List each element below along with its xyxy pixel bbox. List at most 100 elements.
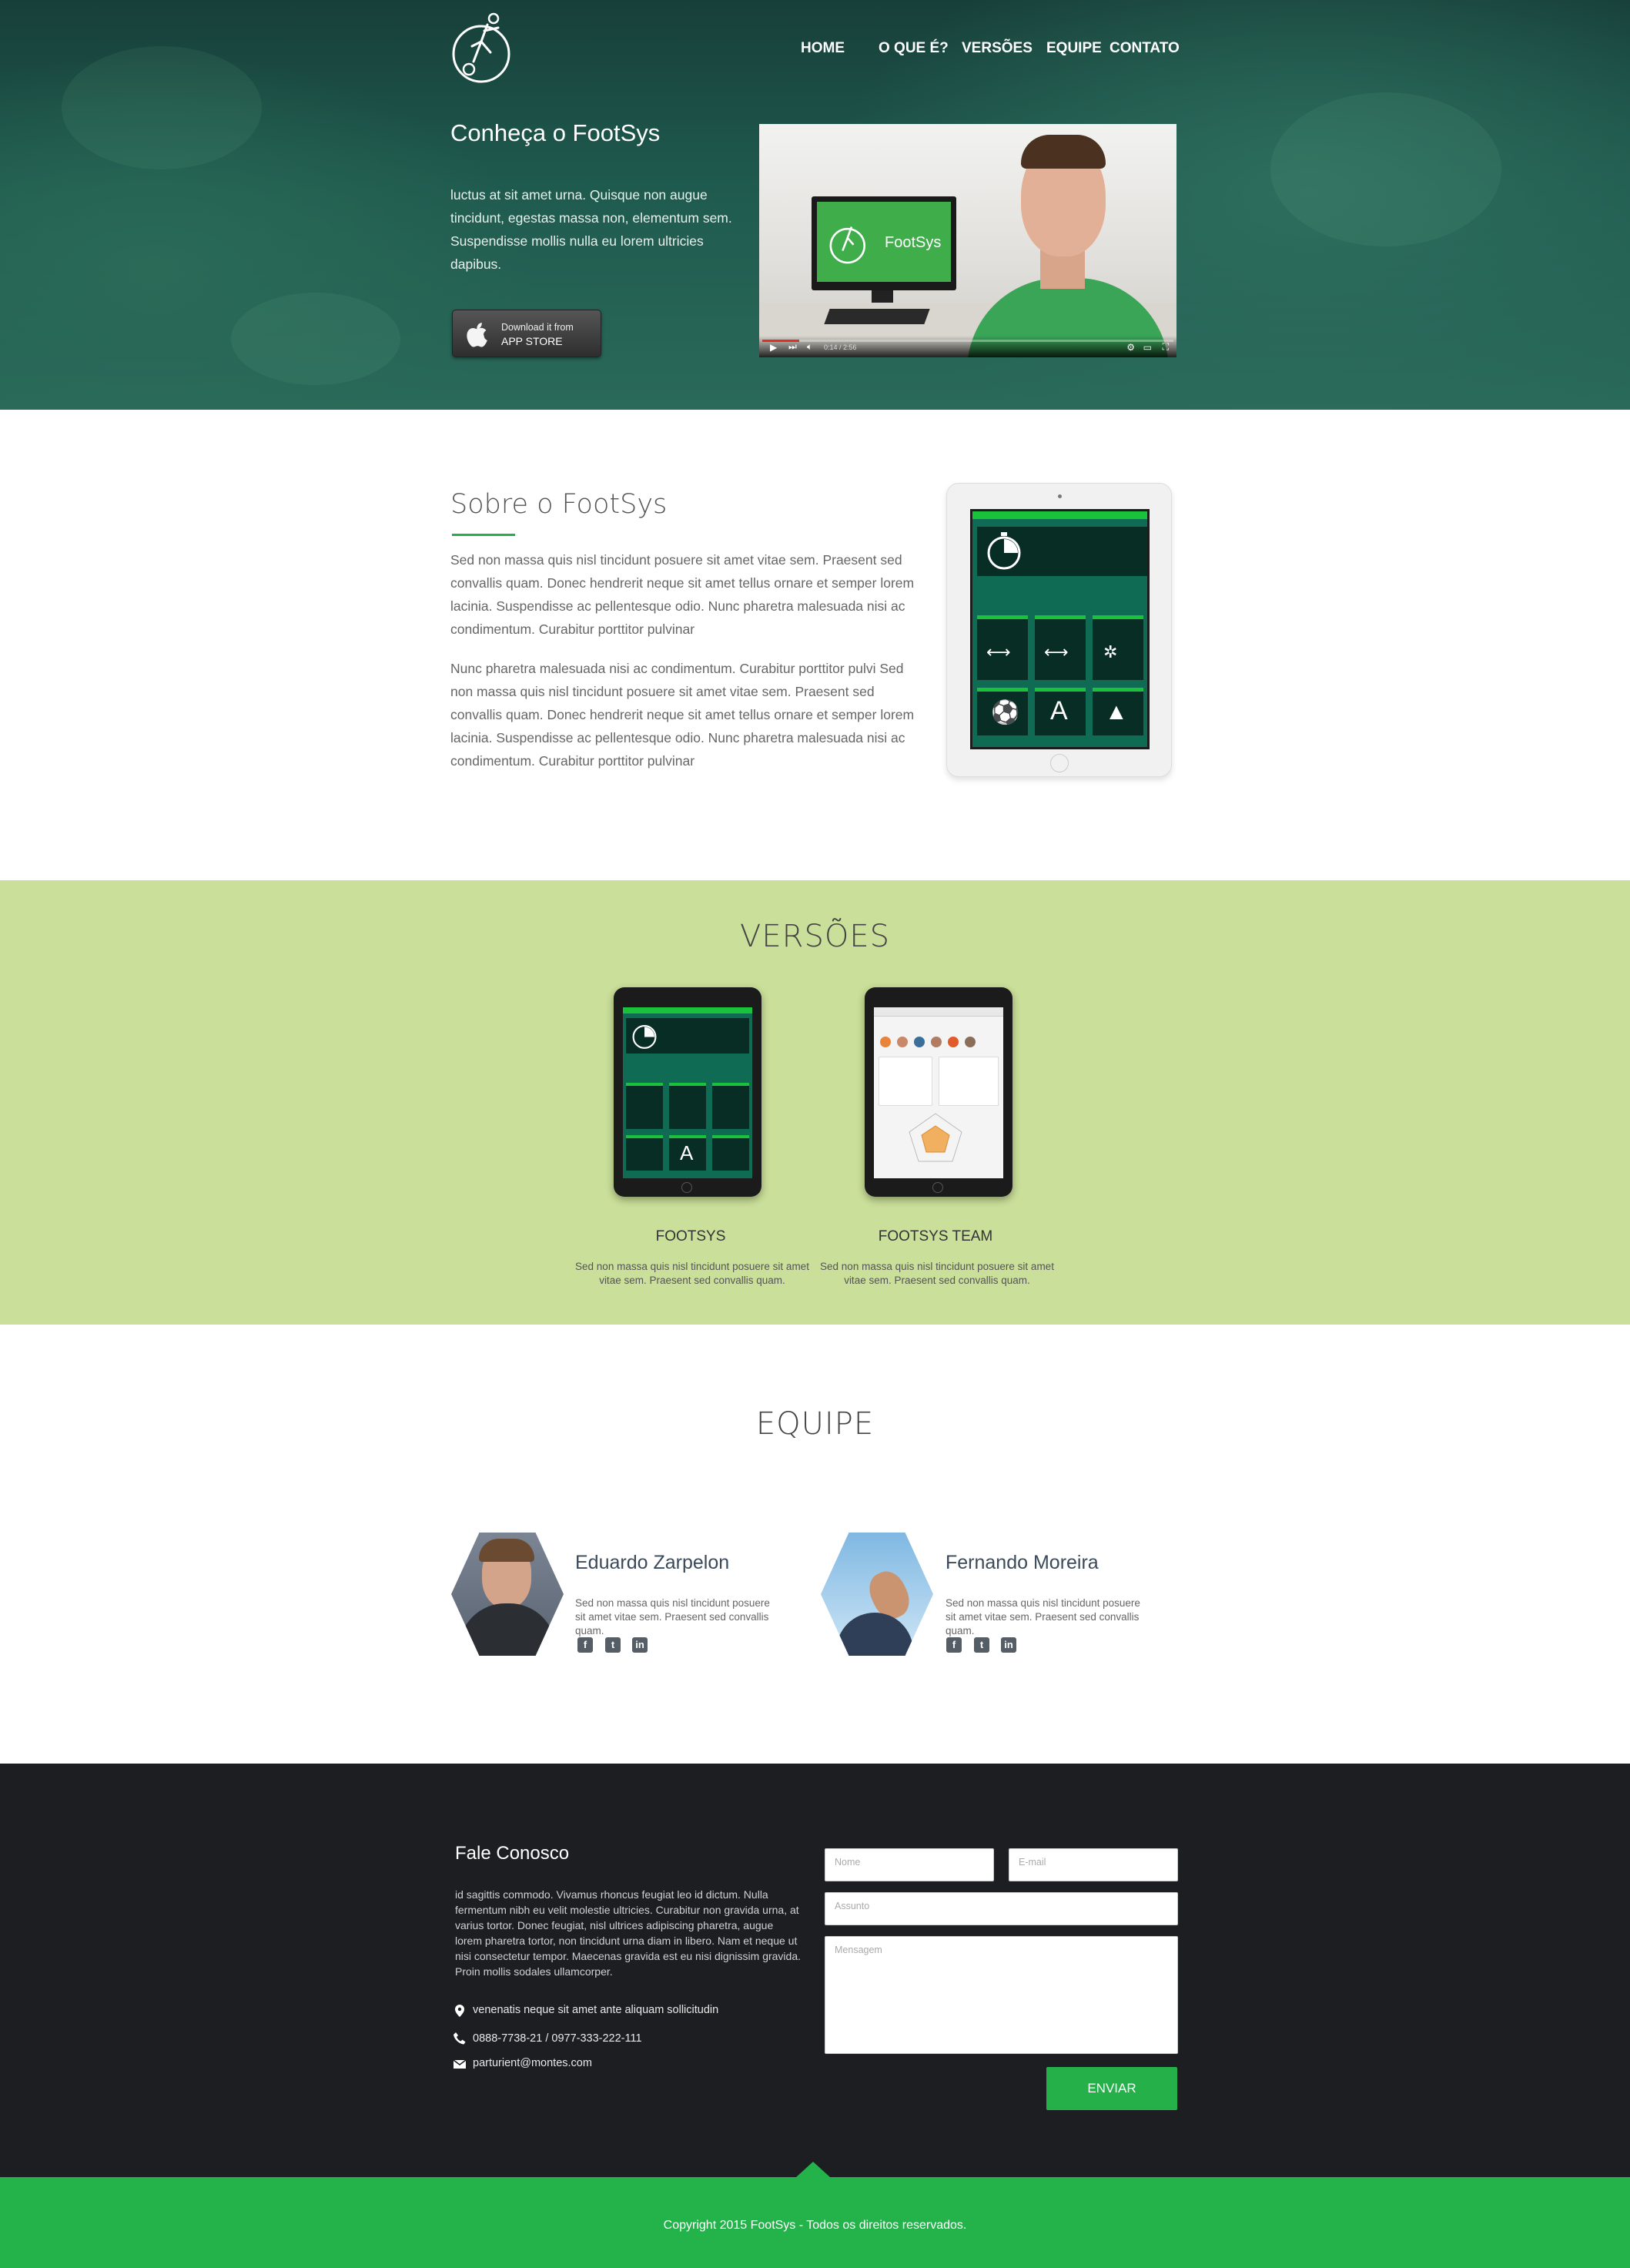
module-tile[interactable]: ⚽ bbox=[977, 688, 1028, 735]
nav-equipe[interactable]: EQUIPE bbox=[1046, 40, 1102, 57]
sobre-paragraph-1: Sed non massa quis nisl tincidunt posuer… bbox=[450, 552, 915, 637]
volume-icon[interactable]: 🔈︎ bbox=[807, 341, 812, 353]
screen-brand: FootSys bbox=[885, 234, 942, 251]
nav-versoes[interactable]: VERSÕES bbox=[962, 40, 1033, 57]
nav-contato[interactable]: CONTATO bbox=[1110, 40, 1180, 57]
footsys-logo[interactable] bbox=[450, 8, 520, 83]
hero-text: luctus at sit amet urna. Quisque non aug… bbox=[450, 187, 732, 272]
background-blur bbox=[62, 46, 262, 169]
player-avatar bbox=[948, 1037, 959, 1047]
location-pin-icon bbox=[455, 2005, 464, 2017]
member-name-fernando: Fernando Moreira bbox=[946, 1552, 1099, 1573]
send-button[interactable]: ENVIAR bbox=[1046, 2067, 1177, 2110]
keyboard bbox=[824, 309, 930, 324]
next-icon[interactable]: ⏭ bbox=[788, 341, 797, 353]
video-time: 0:14 / 2:56 bbox=[824, 343, 857, 351]
versoes-section: VERSÕES A FOOTSYS Sed non massa quis nis… bbox=[0, 880, 1630, 1325]
hero-section: HOME O QUE É? VERSÕES EQUIPE CONTATO Con… bbox=[0, 0, 1630, 410]
module-tile: A bbox=[669, 1135, 706, 1171]
module-tile[interactable] bbox=[1093, 615, 1143, 680]
background-blur bbox=[231, 293, 400, 385]
app-store-button[interactable]: Download it from APP STORE bbox=[452, 310, 601, 357]
video-player[interactable]: FootSys ▶ ⏭ 🔈︎ 0:14 / 2:56 ⚙ ▭ ⛶ bbox=[759, 124, 1176, 357]
background-blur bbox=[1270, 92, 1501, 246]
play-icon[interactable]: ▶ bbox=[770, 342, 777, 353]
video-progress[interactable] bbox=[762, 340, 1173, 342]
facebook-icon[interactable]: f bbox=[577, 1637, 593, 1653]
store-line-1: Download it from bbox=[501, 322, 574, 333]
contato-email[interactable]: parturient@montes.com bbox=[473, 2057, 592, 2069]
version-desc-footsys: Sed non massa quis nisl tincidunt posuer… bbox=[575, 1261, 809, 1286]
module-tile bbox=[626, 1135, 663, 1171]
fullscreen-icon[interactable]: ⛶ bbox=[1163, 341, 1169, 353]
player-avatar bbox=[965, 1037, 976, 1047]
person-hair bbox=[1021, 135, 1106, 169]
screen-header bbox=[972, 511, 1147, 519]
title-underline bbox=[452, 534, 515, 536]
monitor: FootSys bbox=[812, 196, 956, 290]
footsys-screen: A bbox=[623, 1007, 752, 1178]
timer-panel bbox=[626, 1018, 749, 1054]
module-tile[interactable]: A bbox=[1035, 688, 1086, 735]
home-button[interactable] bbox=[1050, 754, 1069, 772]
apple-icon bbox=[467, 323, 487, 347]
equipe-title: EQUIPE bbox=[755, 1406, 875, 1442]
stopwatch-icon bbox=[987, 532, 1021, 570]
player-avatar bbox=[914, 1037, 925, 1047]
stats-list bbox=[939, 1057, 999, 1106]
theater-icon[interactable]: ▭ bbox=[1143, 342, 1152, 353]
stats-table bbox=[879, 1057, 932, 1106]
contato-section bbox=[0, 1764, 1630, 2177]
tablet-footsys: A bbox=[614, 987, 761, 1197]
nav-o-que-e[interactable]: O QUE É? bbox=[879, 40, 949, 57]
email-field[interactable]: E-mail bbox=[1009, 1848, 1178, 1881]
module-tile[interactable]: ▲ bbox=[1093, 688, 1143, 735]
tablet-footsys-team bbox=[865, 987, 1012, 1197]
jacket bbox=[459, 1603, 556, 1656]
screen-logo-icon bbox=[829, 226, 865, 264]
module-tile bbox=[712, 1135, 749, 1171]
version-desc-footsys-team: Sed non massa quis nisl tincidunt posuer… bbox=[820, 1261, 1054, 1286]
member-desc-fernando: Sed non massa quis nisl tincidunt posuer… bbox=[946, 1597, 1140, 1637]
linkedin-icon[interactable]: in bbox=[1001, 1637, 1016, 1653]
sobre-title: Sobre o FootSys bbox=[450, 489, 668, 520]
twitter-icon[interactable]: t bbox=[605, 1637, 621, 1653]
subject-field[interactable]: Assunto bbox=[825, 1892, 1178, 1925]
dumbbell-icon: ⟷ bbox=[986, 642, 1011, 662]
monitor-screen: FootSys bbox=[817, 202, 951, 282]
contato-phone: 0888-7738-21 / 0977-333-222-111 bbox=[473, 2032, 642, 2045]
facebook-icon[interactable]: f bbox=[946, 1637, 962, 1653]
dumbbell-icon: ⟷ bbox=[1044, 642, 1069, 662]
name-field[interactable]: Nome bbox=[825, 1848, 994, 1881]
hero-title: Conheça o FootSys bbox=[450, 119, 661, 146]
linkedin-icon[interactable]: in bbox=[632, 1637, 648, 1653]
twitter-icon[interactable]: t bbox=[974, 1637, 989, 1653]
sobre-paragraph-2: Nunc pharetra malesuada nisi ac condimen… bbox=[450, 661, 915, 769]
nav-home[interactable]: HOME bbox=[801, 40, 845, 57]
contato-title: Fale Conosco bbox=[455, 1843, 570, 1864]
module-tile bbox=[626, 1083, 663, 1129]
footsys-team-screen bbox=[874, 1007, 1003, 1178]
home-button bbox=[681, 1182, 692, 1193]
shirt bbox=[836, 1613, 913, 1656]
member-desc-eduardo: Sed non massa quis nisl tincidunt posuer… bbox=[575, 1597, 770, 1637]
mail-icon bbox=[453, 2059, 467, 2069]
stopwatch-icon bbox=[632, 1024, 657, 1049]
member-photo-fernando bbox=[821, 1533, 933, 1656]
member-photo-eduardo bbox=[451, 1533, 564, 1656]
screen-header bbox=[623, 1007, 752, 1013]
settings-icon[interactable]: ⚙ bbox=[1126, 342, 1135, 353]
player-avatar bbox=[880, 1037, 891, 1047]
player-avatar bbox=[931, 1037, 942, 1047]
timer-panel bbox=[977, 527, 1147, 576]
player-icon: ✲ bbox=[1103, 642, 1118, 662]
player-avatar bbox=[897, 1037, 908, 1047]
message-field[interactable]: Mensagem bbox=[825, 1936, 1178, 2054]
radar-chart-icon bbox=[909, 1113, 962, 1162]
contato-address: venenatis neque sit amet ante aliquam so… bbox=[473, 2004, 719, 2016]
tablet-camera bbox=[1058, 494, 1062, 498]
footer-notch bbox=[796, 2162, 830, 2177]
phone-icon bbox=[454, 2032, 466, 2045]
version-name-footsys: FOOTSYS bbox=[655, 1228, 726, 1245]
copyright-text: Copyright 2015 FootSys - Todos os direit… bbox=[663, 2219, 967, 2232]
